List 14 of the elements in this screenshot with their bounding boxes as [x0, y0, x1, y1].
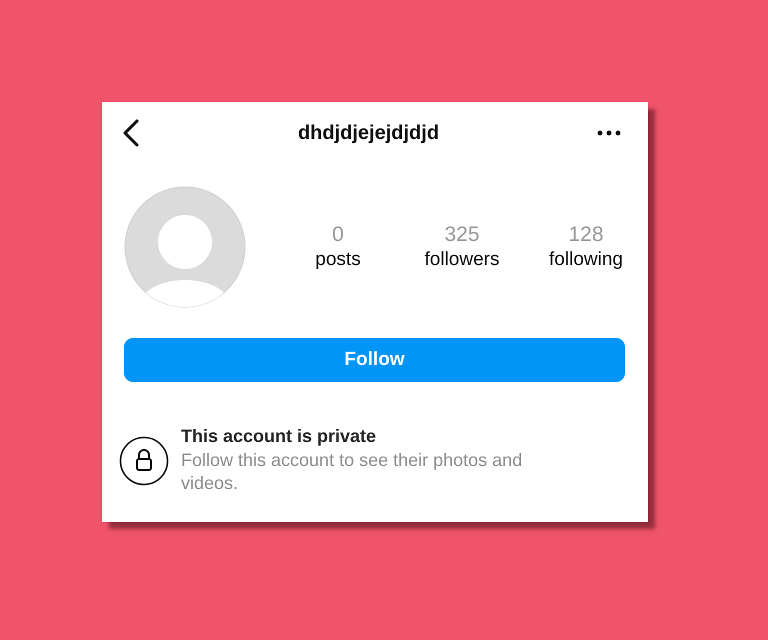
- follow-button[interactable]: Follow: [124, 338, 625, 382]
- username-title: dhdjdjejejdjdjd: [298, 122, 440, 144]
- stat-count: 325: [444, 223, 480, 247]
- back-icon[interactable]: [122, 119, 140, 147]
- private-description: Follow this account to see their photos and videos.: [181, 449, 524, 495]
- stat-label: posts: [315, 249, 361, 271]
- more-icon[interactable]: [596, 130, 621, 136]
- avatar-icon: [124, 186, 246, 308]
- lock-icon: [119, 436, 169, 486]
- stat-count: 128: [568, 223, 604, 247]
- private-title: This account is private: [181, 426, 378, 447]
- stat-label: following: [549, 249, 623, 271]
- stat-count: 0: [332, 223, 344, 247]
- stat-label: followers: [424, 249, 500, 271]
